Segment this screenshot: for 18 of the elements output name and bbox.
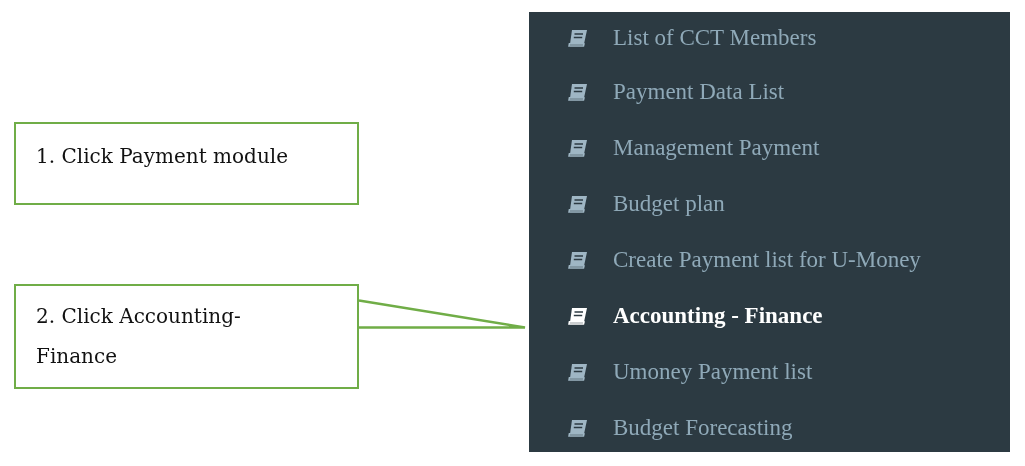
book-icon <box>567 307 589 325</box>
menu-item[interactable]: List of CCT Members <box>529 12 1010 64</box>
callout-text: 1. Click Payment module <box>36 144 288 168</box>
menu-item[interactable]: Budget Forecasting <box>529 400 1010 456</box>
menu-item[interactable]: Payment Data List <box>529 64 1010 120</box>
menu-item[interactable]: Management Payment <box>529 120 1010 176</box>
book-icon <box>567 251 589 269</box>
book-icon <box>567 195 589 213</box>
book-icon <box>567 83 589 101</box>
menu-item[interactable]: Create Payment list for U-Money <box>529 232 1010 288</box>
menu-item[interactable]: Accounting - Finance <box>529 288 1010 344</box>
menu-item[interactable]: Umoney Payment list <box>529 344 1010 400</box>
book-icon <box>567 29 589 47</box>
callout-text: 2. Click Accounting-Finance <box>36 304 241 368</box>
menu-item[interactable]: Budget plan <box>529 176 1010 232</box>
book-icon <box>567 419 589 437</box>
book-icon <box>567 139 589 157</box>
book-icon <box>567 363 589 381</box>
